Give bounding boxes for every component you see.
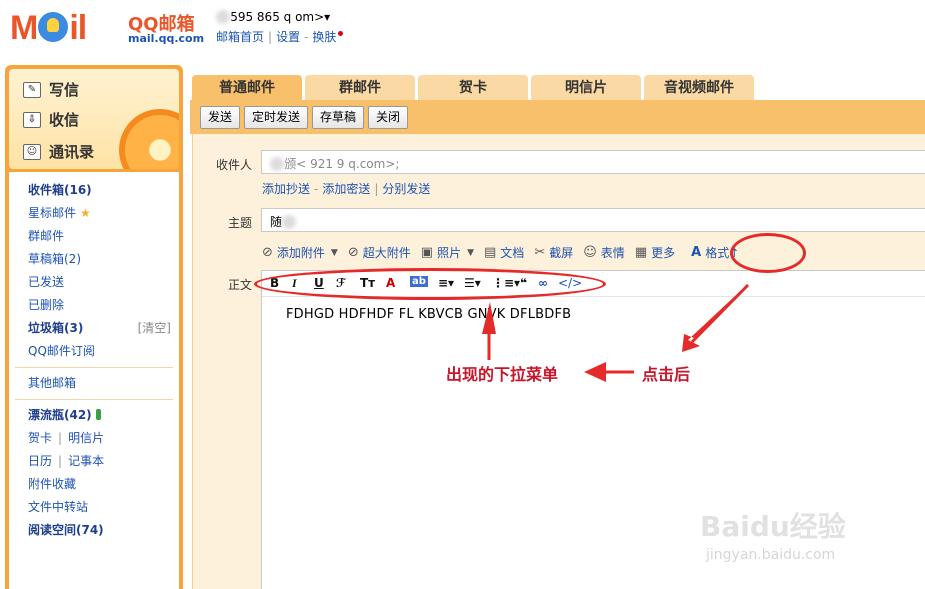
add-bcc-link[interactable]: 添加密送: [322, 182, 370, 196]
tab-postcard[interactable]: 明信片: [531, 75, 641, 101]
to-field[interactable]: xx颁< 921 9 q.com>;: [261, 150, 925, 174]
scissors-icon: ✂: [534, 245, 546, 260]
folder-transfer[interactable]: 文件中转站: [9, 496, 179, 519]
send-button[interactable]: 发送: [200, 106, 241, 129]
dropdown-annotation: 出现的下拉菜单: [446, 365, 559, 384]
new-dot-icon: [338, 31, 344, 36]
watermark-url: jingyan.baidu.com: [706, 547, 836, 563]
folder-drafts[interactable]: 草稿箱(2): [9, 248, 179, 271]
folder-row-cards: 贺卡 | 明信片: [28, 431, 105, 445]
smiley-icon: ☺: [583, 245, 597, 260]
paperclip-icon: ⊘: [262, 245, 273, 260]
divider: [15, 399, 173, 400]
folder-card[interactable]: 贺卡: [28, 431, 52, 445]
folder-inbox[interactable]: 收件箱(16): [9, 179, 179, 202]
format-highlight-ellipse: [730, 233, 806, 273]
account-text: 595 865 q om>▾: [230, 10, 331, 24]
nav-settings[interactable]: 设置: [276, 30, 300, 44]
more-button[interactable]: ▦ 更多: [635, 244, 675, 261]
folder-drift-bottle[interactable]: 漂流瓶(42): [9, 404, 179, 427]
folder-calendar[interactable]: 日历: [28, 454, 52, 468]
subject-field[interactable]: 随xx: [261, 208, 925, 232]
emoji-button[interactable]: ☺ 表情: [583, 244, 625, 261]
folder-attachments[interactable]: 附件收藏: [9, 473, 179, 496]
body-text: FDHGD HDFHDF FL KBVCB GNVK DFLBDFB: [286, 307, 572, 322]
add-cc-link[interactable]: 添加抄送: [262, 182, 310, 196]
add-attachment-button[interactable]: ⊘ 添加附件 ▼: [262, 244, 338, 261]
compose-tabs: 普通邮件 群邮件 贺卡 明信片 音视频邮件: [192, 75, 754, 101]
close-button[interactable]: 关闭: [368, 106, 409, 129]
qq-mail-compose-screen: Mil QQ邮箱 mail.qq.com xx595 865 q om>▾ 邮箱…: [0, 0, 925, 589]
to-label: 收件人: [215, 158, 252, 172]
folder-subscribe[interactable]: QQ邮件订阅: [9, 340, 179, 363]
screenshot-button[interactable]: ✂ 截屏: [534, 244, 573, 261]
folder-reading[interactable]: 阅读空间(74): [9, 519, 179, 542]
sidebar: ✎ 写信 ⇩ 收信 ☺ 通讯录 收件箱(16) 星标邮件 ★ 群邮件 草稿箱(2) 已发…: [5, 65, 183, 589]
receive-button[interactable]: ⇩ 收信: [23, 109, 79, 130]
star-icon: ★: [80, 206, 91, 220]
folder-starred[interactable]: 星标邮件 ★: [9, 202, 179, 225]
folder-other[interactable]: 其他邮箱: [9, 372, 179, 395]
folder-list: 收件箱(16) 星标邮件 ★ 群邮件 草稿箱(2) 已发送 已删除 垃圾箱(3)[…: [9, 172, 179, 589]
document-icon: ▤: [484, 245, 497, 260]
attachment-bar: ⊘ 添加附件 ▼ ⊘ 超大附件 ▣ 照片 ▼ ▤ 文档 ✂ 截屏 ☺ 表情 ▦ 更多 A 格式↑: [262, 244, 739, 261]
nav-mail-home[interactable]: 邮箱首页: [216, 30, 264, 44]
top-nav: 邮箱首页 | 设置 - 换肤: [216, 28, 344, 45]
grid-icon: ▦: [634, 245, 648, 260]
save-draft-button[interactable]: 存草稿: [312, 106, 365, 129]
folder-notes[interactable]: 记事本: [68, 454, 104, 468]
recipient-links: 添加抄送 - 添加密送 | 分别发送: [262, 182, 431, 196]
logo-bell-icon: [38, 12, 69, 42]
to-value: xx颁< 921 9 q.com>;: [270, 155, 399, 172]
qq-mail-logo[interactable]: Mil QQ邮箱 mail.qq.com: [10, 8, 204, 48]
logo-moil: Mil: [10, 9, 87, 47]
compose-button[interactable]: ✎ 写信: [23, 79, 79, 100]
separate-send-link[interactable]: 分别发送: [382, 182, 430, 196]
chevron-down-icon[interactable]: ▼: [331, 248, 338, 258]
folder-spam[interactable]: 垃圾箱(3) [清空]: [9, 317, 179, 340]
account-menu[interactable]: xx595 865 q om>▾: [216, 10, 330, 24]
logo-url: mail.qq.com: [128, 32, 205, 45]
large-attachment-button[interactable]: ⊘ 超大附件: [348, 244, 411, 261]
contacts-button[interactable]: ☺ 通讯录: [23, 141, 94, 162]
tab-group-mail[interactable]: 群邮件: [305, 75, 415, 101]
click-annotation: 点击后: [642, 365, 691, 384]
contacts-icon: ☺: [23, 143, 41, 160]
chevron-down-icon[interactable]: ▼: [467, 248, 474, 258]
body-label: 正文: [227, 278, 252, 292]
sidebar-actions: ✎ 写信 ⇩ 收信 ☺ 通讯录: [9, 69, 179, 169]
tab-normal-mail[interactable]: 普通邮件: [192, 75, 302, 101]
format-a-icon: A: [691, 245, 702, 260]
subject-label: 主题: [227, 216, 252, 230]
divider: [15, 367, 173, 368]
compose-toolbar: 发送 定时发送 存草稿 关闭: [200, 106, 409, 129]
orange-decoration-icon: [119, 109, 179, 169]
photo-icon: ▣: [420, 245, 434, 260]
folder-deleted[interactable]: 已删除: [9, 294, 179, 317]
nav-skin[interactable]: 换肤: [312, 30, 336, 44]
document-button[interactable]: ▤ 文档: [484, 244, 524, 261]
dropdown-highlight-ellipse: [254, 268, 606, 300]
folder-group[interactable]: 群邮件: [9, 225, 179, 248]
clear-spam-link[interactable]: [清空]: [138, 317, 171, 340]
watermark-brand: Baidu经验: [700, 510, 846, 543]
tab-av-mail[interactable]: 音视频邮件: [644, 75, 754, 101]
inbox-download-icon: ⇩: [23, 111, 41, 128]
schedule-send-button[interactable]: 定时发送: [244, 106, 309, 129]
folder-row-calendar: 日历 | 记事本: [28, 454, 105, 468]
account-blur: xx: [216, 10, 231, 24]
folder-sent[interactable]: 已发送: [9, 271, 179, 294]
photo-button[interactable]: ▣ 照片 ▼: [421, 244, 474, 261]
tab-card[interactable]: 贺卡: [418, 75, 528, 101]
pencil-icon: ✎: [23, 81, 41, 98]
subject-value: 随xx: [270, 213, 297, 230]
bottle-icon: [95, 409, 101, 420]
large-paperclip-icon: ⊘: [347, 245, 359, 260]
folder-postcard[interactable]: 明信片: [68, 431, 104, 445]
